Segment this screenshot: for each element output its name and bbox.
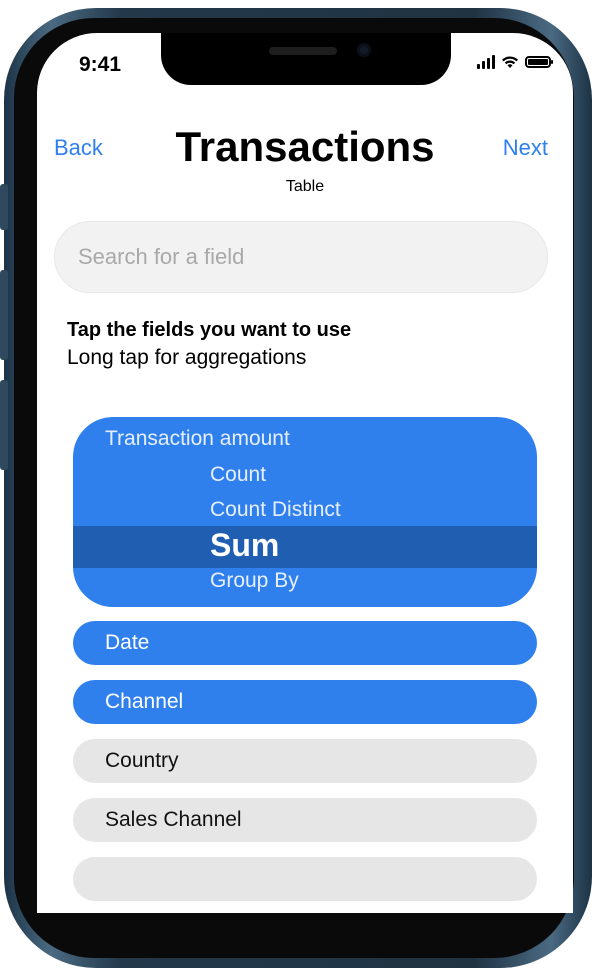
battery-icon bbox=[525, 56, 553, 68]
next-button[interactable]: Next bbox=[503, 135, 548, 161]
phone-frame: 9:41 Back Transactions Next Table Search… bbox=[0, 8, 595, 968]
page-subtitle: Table bbox=[285, 178, 325, 195]
page-title: Transactions bbox=[175, 123, 435, 170]
aggregation-field-label: Transaction amount bbox=[105, 427, 290, 450]
field-pill-partial[interactable] bbox=[73, 857, 537, 901]
search-input[interactable]: Search for a field bbox=[54, 221, 548, 293]
status-time: 9:41 bbox=[79, 53, 122, 76]
cellular-signal-icon bbox=[477, 55, 495, 69]
aggregation-picker[interactable]: Transaction amount Count Count Distinct … bbox=[73, 417, 537, 607]
field-pill-country[interactable]: Country bbox=[73, 739, 537, 783]
volume-down-button bbox=[0, 380, 8, 470]
field-pill-channel[interactable]: Channel bbox=[73, 680, 537, 724]
instructions-subtitle: Long tap for aggregations bbox=[67, 346, 307, 369]
screen: 9:41 Back Transactions Next Table Search… bbox=[37, 33, 573, 913]
wifi-icon bbox=[502, 56, 518, 68]
aggregation-option-group-by[interactable]: Group By bbox=[210, 569, 299, 593]
volume-up-button bbox=[0, 270, 8, 360]
mute-switch bbox=[0, 184, 8, 230]
status-icons bbox=[477, 55, 553, 69]
aggregation-option-selected-row[interactable]: Sum bbox=[73, 526, 537, 568]
aggregation-option-count[interactable]: Count bbox=[210, 463, 266, 487]
speaker-grille bbox=[269, 47, 337, 55]
instructions-title: Tap the fields you want to use bbox=[67, 319, 352, 341]
aggregation-option-sum[interactable]: Sum bbox=[210, 527, 279, 564]
notch bbox=[161, 33, 451, 85]
field-pill-sales-channel[interactable]: Sales Channel bbox=[73, 798, 537, 842]
front-camera bbox=[357, 43, 371, 57]
field-pill-date[interactable]: Date bbox=[73, 621, 537, 665]
aggregation-option-count-distinct[interactable]: Count Distinct bbox=[210, 498, 341, 522]
